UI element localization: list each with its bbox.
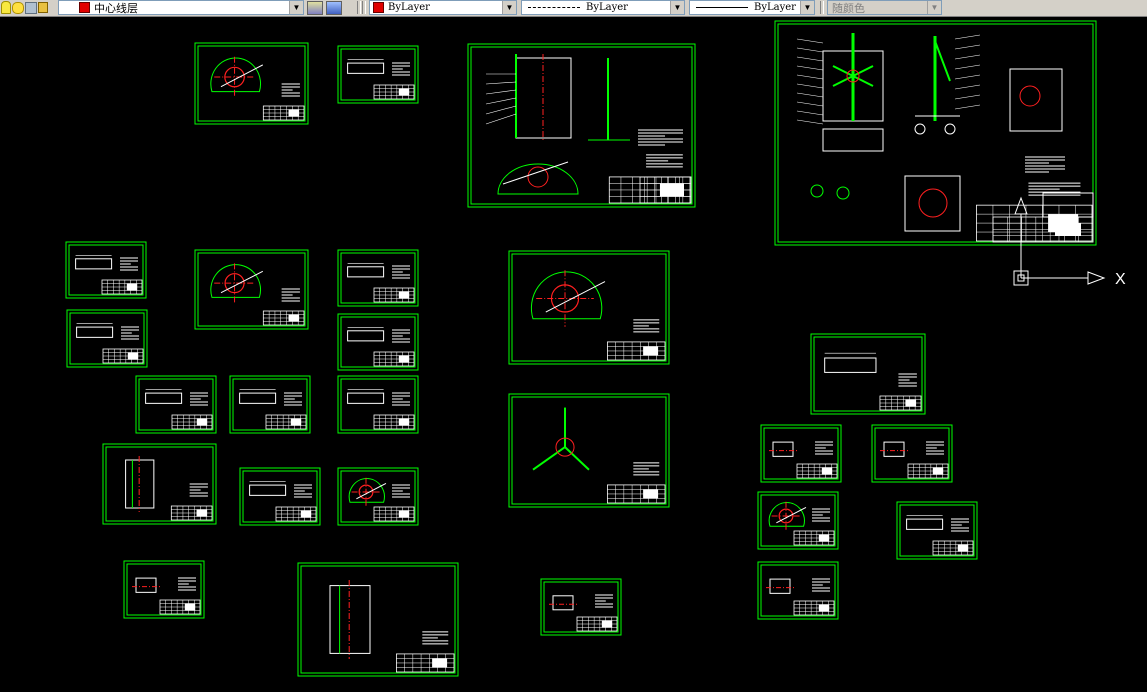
drawing-sheet-part-16[interactable] — [810, 333, 926, 415]
drawing-sheet-part-11[interactable] — [337, 375, 419, 434]
chevron-down-icon[interactable]: ▼ — [502, 1, 516, 14]
color-swatch — [373, 2, 384, 13]
layer-previous-icon[interactable] — [326, 0, 342, 15]
linetype-value: ByLayer — [586, 2, 628, 13]
drawing-sheet-part-23[interactable] — [297, 562, 459, 677]
drawing-sheet-part-07[interactable] — [337, 313, 419, 371]
ucs-x-axis-label: X — [1115, 271, 1126, 288]
toolbar-separator — [362, 1, 366, 14]
color-value: ByLayer — [388, 2, 430, 13]
properties-toolbar: 中心线层 ▼ ByLayer ▼ ByLayer ▼ ByLayer ▼ 随颜色… — [0, 0, 1147, 17]
drawing-sheet-part-02[interactable] — [337, 45, 419, 104]
lineweight-value: ByLayer — [754, 2, 796, 13]
drawing-sheet-part-10[interactable] — [229, 375, 311, 434]
plotstyle-dropdown: 随颜色 ▼ — [827, 0, 942, 15]
drawing-sheet-part-21[interactable] — [757, 561, 839, 620]
chevron-down-icon[interactable]: ▼ — [289, 1, 303, 14]
lock-icon[interactable] — [38, 2, 48, 13]
lightbulb-icon[interactable] — [1, 1, 11, 14]
drawing-sheet-part-19[interactable] — [757, 491, 839, 550]
drawing-sheet-assembly-main[interactable] — [774, 20, 1097, 246]
linetype-dropdown[interactable]: ByLayer ▼ — [521, 0, 685, 15]
layer-name: 中心线层 — [94, 2, 138, 15]
drawing-sheet-part-14[interactable] — [239, 467, 321, 526]
color-dropdown[interactable]: ByLayer ▼ — [369, 0, 517, 15]
drawing-sheet-part-15[interactable] — [337, 467, 419, 526]
drawing-sheet-part-04[interactable] — [194, 249, 309, 330]
layer-dropdown[interactable]: 中心线层 ▼ — [58, 0, 304, 15]
toolbar-separator — [820, 1, 824, 14]
layer-tools — [307, 0, 342, 15]
drawing-sheet-part-01[interactable] — [194, 42, 309, 125]
linetype-sample — [528, 7, 580, 8]
layer-color-swatch — [79, 2, 90, 13]
make-current-layer-icon[interactable] — [307, 0, 323, 15]
drawing-sheet-part-03[interactable] — [65, 241, 147, 299]
drawing-sheet-part-18[interactable] — [871, 424, 953, 483]
chevron-down-icon[interactable]: ▼ — [670, 1, 684, 14]
drawing-sheet-part-20[interactable] — [896, 501, 978, 560]
chevron-down-icon: ▼ — [927, 1, 941, 14]
drawing-sheet-part-09[interactable] — [135, 375, 217, 434]
toolbar-separator — [357, 1, 361, 14]
drawing-sheet-part-17[interactable] — [760, 424, 842, 483]
drawing-sheet-frame-assembly[interactable] — [467, 43, 696, 208]
lineweight-sample — [696, 7, 748, 8]
drawing-sheet-part-22[interactable] — [123, 560, 205, 619]
drawing-sheet-part-24[interactable] — [540, 578, 622, 636]
drawing-sheet-part-13[interactable] — [102, 443, 217, 525]
chevron-down-icon[interactable]: ▼ — [800, 1, 814, 14]
drawing-canvas[interactable]: X — [0, 17, 1147, 692]
layer-state-icons[interactable] — [1, 0, 49, 15]
drawing-sheet-part-08[interactable] — [508, 250, 670, 365]
drawing-sheet-part-12[interactable] — [508, 393, 670, 508]
drawing-sheet-part-06[interactable] — [66, 309, 148, 368]
viewport-freeze-icon[interactable] — [25, 1, 37, 14]
sun-icon[interactable] — [12, 1, 24, 14]
drawing-sheet-part-05[interactable] — [337, 249, 419, 307]
lineweight-dropdown[interactable]: ByLayer ▼ — [689, 0, 815, 15]
model-space-canvas[interactable]: X — [0, 17, 1147, 692]
plotstyle-value: 随颜色 — [832, 2, 865, 15]
